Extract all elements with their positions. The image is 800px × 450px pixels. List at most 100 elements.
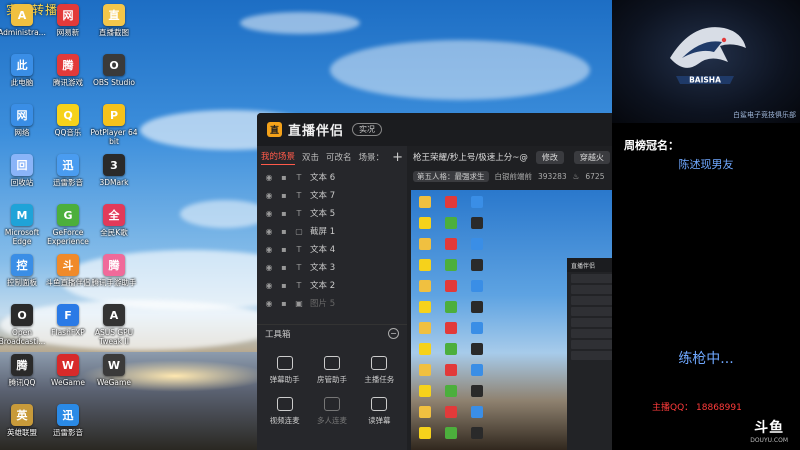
desktop-icon[interactable]: F FlashFXP — [44, 304, 92, 337]
obs-icon: O — [103, 54, 125, 76]
preview-desktop-icon — [419, 427, 431, 439]
toolbox-collapse-icon[interactable]: − — [388, 328, 399, 339]
tencent-games-icon: 腾 — [57, 54, 79, 76]
visibility-eye-icon[interactable]: ◉ — [265, 227, 273, 236]
source-label: 文本 4 — [310, 245, 336, 255]
preview-desktop-icon — [445, 427, 457, 439]
desktop-icon[interactable]: Q QQ音乐 — [44, 104, 92, 137]
desktop-icon[interactable]: 回回收站 — [0, 154, 46, 187]
toolbox-item[interactable]: 视频连麦 — [261, 397, 308, 426]
desktop-icon-label: 网易新 — [56, 28, 80, 37]
desktop-icon[interactable]: W WeGame — [44, 354, 92, 387]
task-badge[interactable]: 第五人格：最强求生 — [413, 171, 489, 182]
source-row[interactable]: ◉ ▪ ▢ 截屏 1 — [257, 222, 407, 240]
desktop-icon[interactable]: 直直播截图 — [90, 4, 138, 37]
visibility-eye-icon[interactable]: ◉ — [265, 299, 273, 308]
thunder-icon: 迅 — [57, 404, 79, 426]
tab-double-click[interactable]: 双击 — [302, 151, 319, 163]
preview-desktop-icon — [471, 301, 483, 313]
club-name: 白鲨电子竞技俱乐部 — [733, 111, 796, 119]
add-scene-button[interactable]: + — [392, 150, 403, 165]
preview-desktop-icon — [419, 280, 431, 292]
lock-icon[interactable]: ▪ — [280, 191, 288, 200]
source-row[interactable]: ◉ ▪ T 文本 2 — [257, 276, 407, 294]
recycle-bin-icon: 回 — [11, 154, 33, 176]
visibility-eye-icon[interactable]: ◉ — [265, 281, 273, 290]
this-pc-icon: 此 — [11, 54, 33, 76]
desktop-icon[interactable]: A Administra... — [0, 4, 46, 37]
desktop-icon[interactable]: 网网易新 — [44, 4, 92, 37]
source-type-icon: T — [296, 244, 302, 254]
source-label: 文本 3 — [310, 263, 336, 273]
source-row[interactable]: ◉ ▪ ▣ 图片 5 — [257, 294, 407, 312]
toolbox-item[interactable]: 房管助手 — [308, 356, 355, 385]
source-row[interactable]: ◉ ▪ T 文本 4 — [257, 240, 407, 258]
3dmark-icon: 3 — [103, 154, 125, 176]
toolbox-grid: 弹幕助手 房管助手 主播任务视频连麦 多人连麦 读弹幕 — [257, 342, 407, 426]
desktop-icon-label: 3DMark — [99, 178, 129, 187]
desktop-icon-label: Open Broadcasti... — [0, 328, 46, 346]
desktop-icon[interactable]: 迅迅雷影音 — [44, 404, 92, 437]
visibility-eye-icon[interactable]: ◉ — [265, 209, 273, 218]
stream-companion-window[interactable]: 直 直播伴侣 实况 我的场景 双击 可改名 场景： + ◉ ▪ T 文本 6 ◉ ▪ T 文本… — [257, 113, 615, 450]
toolbox-item[interactable]: 主播任务 — [356, 356, 403, 385]
desktop-icon[interactable]: 此此电脑 — [0, 54, 46, 87]
desktop-icon[interactable]: O Open Broadcasti... — [0, 304, 46, 346]
source-type-icon: T — [296, 190, 302, 200]
preview-desktop-icon — [445, 196, 457, 208]
desktop-icon-label: PotPlayer 64 bit — [90, 128, 138, 146]
tab-scene[interactable]: 场景： — [359, 151, 385, 163]
lock-icon[interactable]: ▪ — [280, 263, 288, 272]
desktop-icon[interactable]: 腾腾讯游戏 — [44, 54, 92, 87]
desktop-icon[interactable]: 全全民K歌 — [90, 204, 138, 237]
desktop-icon[interactable]: P PotPlayer 64 bit — [90, 104, 138, 146]
desktop-icon[interactable]: 3 3DMark — [90, 154, 138, 187]
source-row[interactable]: ◉ ▪ T 文本 7 — [257, 186, 407, 204]
tool-label: 多人连麦 — [316, 416, 347, 425]
desktop-icon[interactable]: 英英雄联盟 — [0, 404, 46, 437]
source-row[interactable]: ◉ ▪ T 文本 6 — [257, 168, 407, 186]
toolbox-item[interactable]: 弹幕助手 — [261, 356, 308, 385]
toolbox-item[interactable]: 读弹幕 — [356, 397, 403, 426]
tool-label: 视频连麦 — [269, 416, 300, 425]
tab-rename[interactable]: 可改名 — [326, 151, 352, 163]
tab-my-scenes[interactable]: 我的场景 — [261, 150, 296, 165]
visibility-eye-icon[interactable]: ◉ — [265, 245, 273, 254]
app-type-badge[interactable]: 实况 — [352, 123, 383, 136]
lock-icon[interactable]: ▪ — [280, 299, 288, 308]
source-row[interactable]: ◉ ▪ T 文本 5 — [257, 204, 407, 222]
desktop-icon[interactable]: G GeForce Experience — [44, 204, 92, 246]
stream-preview[interactable]: 直播伴侣 — [411, 190, 615, 450]
lock-icon[interactable]: ▪ — [280, 281, 288, 290]
desktop-icon[interactable]: O OBS Studio — [90, 54, 138, 87]
open-broadcaster-icon: O — [11, 304, 33, 326]
visibility-eye-icon[interactable]: ◉ — [265, 263, 273, 272]
desktop-icon[interactable]: 网网络 — [0, 104, 46, 137]
visibility-eye-icon[interactable]: ◉ — [265, 173, 273, 182]
desktop-icon[interactable]: 斗斗鱼直播伴侣 — [44, 254, 92, 287]
source-row[interactable]: ◉ ▪ T 文本 3 — [257, 258, 407, 276]
desktop-icon[interactable]: 迅迅雷影音 — [44, 154, 92, 187]
desktop-icon-label: QQ音乐 — [54, 128, 82, 137]
lock-icon[interactable]: ▪ — [280, 209, 288, 218]
user-folder-icon: A — [11, 4, 33, 26]
visibility-eye-icon[interactable]: ◉ — [265, 191, 273, 200]
desktop-icon[interactable]: A ASUS GPU Tweak II — [90, 304, 138, 346]
edit-title-button[interactable]: 修改 — [535, 150, 564, 164]
lock-icon[interactable]: ▪ — [280, 227, 288, 236]
desktop-icon[interactable]: M Microsoft Edge — [0, 204, 46, 246]
lock-icon[interactable]: ▪ — [280, 173, 288, 182]
logo-text: BAISHA — [689, 76, 721, 85]
desktop-icon-label: 腾讯游戏 — [53, 78, 83, 87]
desktop-icon[interactable]: W WeGame — [90, 354, 138, 387]
desktop-icon[interactable]: 腾腾讯QQ — [0, 354, 46, 387]
lock-icon[interactable]: ▪ — [280, 245, 288, 254]
desktop-icon-label: 斗鱼直播伴侣 — [45, 278, 91, 287]
desktop-icon[interactable]: 控控制面板 — [0, 254, 46, 287]
flashfxp-icon: F — [57, 304, 79, 326]
desktop-icon-label: 迅雷影音 — [53, 428, 83, 437]
preview-desktop-icon — [419, 343, 431, 355]
toolbox-item[interactable]: 多人连麦 — [308, 397, 355, 426]
category-button[interactable]: 穿越火 — [573, 150, 610, 164]
desktop-icon[interactable]: 腾腾讯手游助手 — [90, 254, 138, 287]
